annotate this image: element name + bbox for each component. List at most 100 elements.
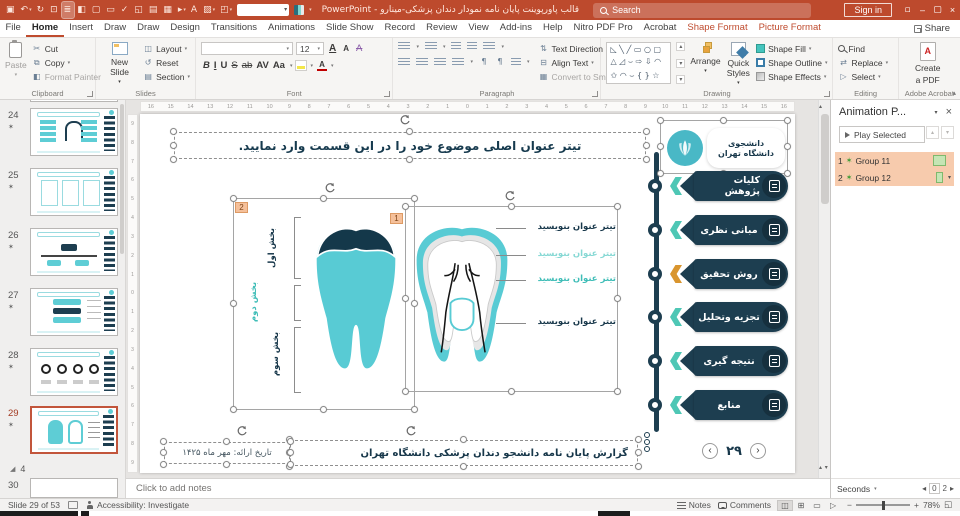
rotate-handle-icon[interactable] [504,190,516,202]
accessibility-checker[interactable]: Accessibility: Investigate [86,500,189,510]
find-button[interactable]: Find [838,42,888,55]
create-pdf-button[interactable]: Create a PDF [904,42,952,85]
copy-button[interactable]: ⧉ Copy ▾ [32,56,101,69]
share-button[interactable]: Share [904,20,960,37]
slide-canvas[interactable]: تیتر عنوان اصلی موضوع خود را در این قسمت… [140,114,795,473]
ribbon-tab[interactable]: Record [379,20,421,37]
arrange-button[interactable]: Arrange ▾ [690,42,721,74]
tooth-section-label[interactable]: بخش دوم [249,282,259,322]
qat-icon[interactable]: ◰ ▾ [218,2,234,18]
qat-icon[interactable]: ↻ [35,2,48,18]
zoom-out-icon[interactable]: − [847,500,852,510]
shrink-font-icon[interactable]: A [341,44,351,53]
restore-button[interactable]: ▢ [930,0,945,20]
qat-icon[interactable]: ✓ [119,2,132,18]
ribbon-tab[interactable]: Add-ins [494,20,537,37]
view-button[interactable]: ◫ [777,499,794,511]
close-pane-icon[interactable]: × [946,106,952,118]
decrease-indent-icon[interactable] [451,42,462,51]
thumbnail-slide-29-selected[interactable]: 29 ✶ [0,406,125,458]
tooth-diagram-left-group[interactable]: بخش اول بخش دوم بخش سوم [230,195,418,413]
qat-icon[interactable]: ▨ ▾ [201,2,217,18]
ribbon-tab[interactable]: Help [537,20,568,37]
thumbnail-slide-27[interactable]: 27 ✶ [0,288,125,340]
ribbon-tab[interactable]: Transitions [205,20,262,37]
increase-indent-icon[interactable] [467,42,478,51]
thumbnail-slide-23-partial[interactable] [0,100,125,106]
zoom-level[interactable]: 78% [923,500,940,510]
sidebar-menu-item[interactable]: تجزیه وتحلیل [648,301,790,333]
rotate-handle-icon[interactable] [399,114,411,126]
footer-title-textbox[interactable]: گزارش پایان نامه دانشجو دندان پزشکی دانش… [286,436,642,470]
line-spacing-icon[interactable] [483,42,496,51]
sidebar-menu-item[interactable]: مبانی نظری [648,214,790,246]
ribbon-tab[interactable]: Animations [263,20,321,37]
display-settings-icon[interactable] [67,501,78,509]
view-button[interactable]: ▭ [810,501,824,510]
zoom-slider-handle[interactable] [881,500,886,510]
move-later-icon[interactable]: ▾ [941,126,954,139]
move-earlier-icon[interactable]: ▴ [926,126,939,139]
font-style-toggle[interactable]: I [212,60,219,71]
scrollbar-thumb[interactable] [821,114,829,204]
font-style-toggle[interactable]: S [229,60,239,71]
next-slide-icon[interactable]: ▾ [825,464,828,471]
qat-icon[interactable]: ▢ [90,2,104,18]
justify-icon[interactable] [452,57,465,67]
qat-icon[interactable]: ▭ [104,2,118,18]
comments-toggle[interactable]: Comments [717,500,771,510]
shape-outline-button[interactable]: Shape Outline ▾ [756,56,827,69]
vertical-ruler[interactable]: 9 8 7 6 5 4 3 2 1 0 1 2 3 4 5 6 7 8 9 [127,114,138,473]
qat-icon[interactable]: ◱ [132,2,146,18]
notes-area[interactable]: Click to add notes [126,478,830,498]
paragraph-dialog-launcher[interactable] [592,91,599,97]
rtl-icon[interactable]: ¶ [495,57,505,67]
ribbon-tab[interactable]: Acrobat [638,20,682,37]
animation-order-badge[interactable]: 2 [235,202,248,213]
thumbnail-scrollbar[interactable] [120,104,124,254]
qat-icon[interactable]: ▸ ▾ [176,2,188,18]
tooth-part-label[interactable]: تیتر عنوان بنویسید [496,274,616,287]
play-selected-button[interactable]: Play Selected [839,126,925,143]
columns-icon[interactable] [510,57,521,67]
font-style-toggle[interactable]: ab [240,60,255,71]
shape-effects-button[interactable]: Shape Effects ▾ [756,70,827,83]
bullets-icon[interactable] [398,42,411,51]
select-button[interactable]: ▷ Select ▾ [838,70,888,83]
timeline-right-icon[interactable]: ▸ [950,484,954,493]
layout-button[interactable]: ◫ Layout ▾ [143,42,190,55]
prev-page-button[interactable]: ‹ [702,443,719,459]
ribbon-tab[interactable]: Nitro PDF Pro [568,20,638,37]
font-style-toggle[interactable]: U [219,60,230,71]
ribbon-tab[interactable]: Design [165,20,206,37]
align-center-icon[interactable] [416,57,429,67]
cut-button[interactable]: ✂ Cut [32,42,101,55]
grow-font-icon[interactable]: A [327,43,338,54]
thumbnail-slide-28[interactable]: 28 ✶ [0,348,125,400]
view-button[interactable]: ▷ [826,501,840,510]
notes-toggle[interactable]: Notes [676,500,711,510]
paste-button[interactable]: Paste ▾ [5,40,27,78]
horizontal-ruler[interactable]: 16 15 14 13 12 11 10 9 8 7 6 5 4 3 2 1 0 1 2 3 4 5 6 7 8 9 10 11 12 1… [140,101,795,112]
format-painter-button[interactable]: ◧ Format Painter [32,70,101,83]
thumbnail-slide-25[interactable]: 25 ✶ [0,168,125,220]
qat-icon[interactable]: ◧ [75,2,89,18]
chevron-down-icon[interactable]: ▾ [874,486,877,492]
qat-icon[interactable]: ≣ [60,1,76,19]
fit-to-window-icon[interactable]: ◱ [944,500,952,510]
qat-icon[interactable]: ↶ ▾ [19,2,34,18]
previous-slide-icon[interactable]: ▴ [819,464,822,471]
ribbon-tab[interactable]: Draw [98,20,131,37]
sign-in-button[interactable]: Sign in [844,3,892,17]
font-dialog-launcher[interactable] [384,91,391,97]
sidebar-menu-item[interactable]: نتیجه گیری [648,345,790,377]
font-name-combobox[interactable]: ▾ [201,42,293,55]
collapse-ribbon-icon[interactable]: ▴ [952,89,956,97]
scroll-up-icon[interactable]: ▴ [819,103,822,110]
qat-icon[interactable]: A [189,2,200,18]
thumbnail-slide-26[interactable]: 26 ✶ [0,228,125,280]
qat-icon[interactable]: ▦ [161,2,175,18]
qat-combobox[interactable]: ▾ [237,4,290,16]
next-page-button[interactable]: › [749,443,766,459]
thumbnail-slide-30-partial[interactable]: 30 [0,478,125,498]
